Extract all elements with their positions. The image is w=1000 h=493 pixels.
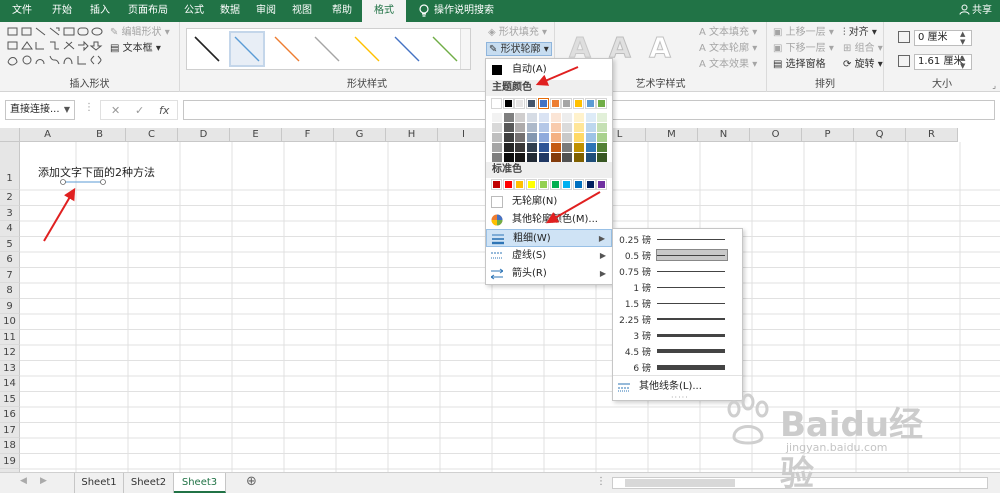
red-arrow-3 (545, 191, 601, 224)
watermark-url: jingyan.baidu.com (786, 441, 888, 454)
baidu-watermark: Baidu经验 jingyan.baidu.com (720, 393, 940, 493)
excel-window: { "tabs": [ {"label": "文件", "active": fa… (0, 0, 1000, 493)
paw-logo-icon (727, 393, 769, 445)
red-arrow-1 (43, 187, 76, 242)
red-arrow-2 (535, 66, 579, 86)
